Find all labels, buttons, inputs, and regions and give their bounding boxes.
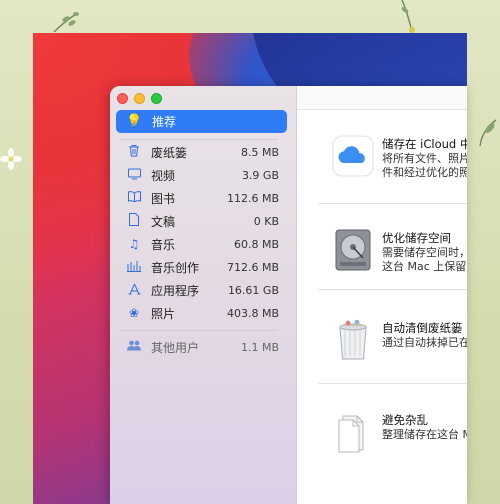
icloud-icon [332, 135, 374, 177]
sidebar-item-applications[interactable]: 应用程序 16.61 GB [116, 279, 287, 301]
sidebar-item-label: 音乐 [151, 237, 176, 252]
sidebar-item-size: 1.1 MB [240, 340, 279, 354]
sidebar-item-label: 废纸篓 [151, 145, 188, 160]
sidebar-item-size: 3.9 GB [241, 168, 279, 182]
hard-drive-icon [335, 229, 371, 271]
sidebar: 💡 推荐 废纸篓 8.5 MB 视频 3.9 GB 图书 112.6 MB 文稿… [110, 86, 297, 504]
recommendation-empty-trash: 自动清倒废纸篓 通过自动抹掉已在 [297, 294, 467, 390]
book-icon [125, 191, 143, 205]
sidebar-item-music-creation[interactable]: 音乐创作 712.6 MB [116, 256, 287, 278]
recommendation-title: 自动清倒废纸篓 [382, 321, 463, 335]
sidebar-item-photos[interactable]: ❀ 照片 403.8 MB [116, 302, 287, 324]
recommendation-desc: 将所有文件、照片 [382, 152, 467, 165]
sidebar-item-label: 推荐 [152, 115, 177, 129]
recommendation-optimize: 优化储存空间 需要储存空间时， 这台 Mac 上保留最 [297, 204, 467, 300]
recommendation-title: 储存在 iCloud 中 [382, 137, 467, 151]
recommendation-desc: 这台 Mac 上保留最 [382, 260, 467, 273]
sidebar-item-other-users[interactable]: 其他用户 1.1 MB [116, 336, 287, 358]
recommendation-reduce-clutter: 避免杂乱 整理储存在这台 M [297, 386, 467, 482]
sidebar-item-label: 图书 [151, 191, 176, 206]
users-icon [125, 340, 143, 354]
sidebar-item-label: 视频 [151, 168, 176, 183]
recommendation-desc: 通过自动抹掉已在 [382, 336, 467, 349]
storage-management-window: 💡 推荐 废纸篓 8.5 MB 视频 3.9 GB 图书 112.6 MB 文稿… [110, 86, 467, 504]
recommendation-desc: 整理储存在这台 M [382, 428, 467, 441]
sidebar-divider [120, 139, 278, 140]
leaf-icon [479, 119, 497, 147]
leaf-sprig-icon [53, 12, 79, 33]
music-note-icon: ♫ [128, 237, 140, 251]
section-divider [318, 383, 467, 384]
app-store-icon [125, 283, 143, 298]
tv-icon [125, 168, 143, 183]
sidebar-item-size: 112.6 MB [226, 191, 279, 205]
sidebar-item-documents[interactable]: 文稿 0 KB [116, 210, 287, 232]
white-flower-icon [0, 148, 22, 170]
sidebar-item-video[interactable]: 视频 3.9 GB [116, 164, 287, 186]
sidebar-item-size: 403.8 MB [226, 306, 279, 320]
sidebar-item-label: 文稿 [151, 214, 176, 229]
recommendations-pane: 储存在 iCloud 中 将所有文件、照片 件和经过优化的照 优化储存空间 需要… [297, 86, 467, 504]
document-icon [125, 213, 143, 229]
trash-full-icon [339, 319, 367, 360]
window-controls [117, 93, 162, 104]
sidebar-item-size: 0 KB [253, 214, 279, 228]
sidebar-item-label: 音乐创作 [151, 260, 200, 275]
sidebar-item-label: 照片 [151, 306, 176, 321]
sidebar-item-books[interactable]: 图书 112.6 MB [116, 187, 287, 209]
lightbulb-icon: 💡 [126, 114, 143, 129]
sidebar-item-label: 其他用户 [151, 340, 200, 355]
sidebar-item-label: 应用程序 [151, 283, 200, 298]
window-toolbar [297, 86, 467, 110]
photos-flower-icon: ❀ [128, 306, 140, 320]
recommendation-title: 避免杂乱 [382, 413, 428, 427]
close-button[interactable] [117, 93, 128, 104]
flower-sprig-icon [401, 0, 415, 33]
sidebar-item-recommended[interactable]: 💡 推荐 [116, 110, 287, 133]
sidebar-item-trash[interactable]: 废纸篓 8.5 MB [116, 141, 287, 163]
documents-icon [338, 415, 364, 453]
music-creation-icon [125, 260, 143, 275]
trash-icon [125, 144, 143, 160]
sidebar-item-size: 712.6 MB [226, 260, 279, 274]
recommendation-icloud: 储存在 iCloud 中 将所有文件、照片 件和经过优化的照 [297, 110, 467, 206]
recommendation-desc: 件和经过优化的照 [382, 166, 467, 179]
sidebar-item-size: 8.5 MB [240, 145, 279, 159]
recommendation-title: 优化储存空间 [382, 231, 451, 245]
sidebar-divider [120, 330, 278, 331]
recommendation-desc: 需要储存空间时， [382, 246, 467, 259]
section-divider [318, 289, 467, 290]
minimize-button[interactable] [134, 93, 145, 104]
sidebar-item-size: 60.8 MB [233, 237, 279, 251]
sidebar-item-music[interactable]: ♫ 音乐 60.8 MB [116, 233, 287, 255]
zoom-button[interactable] [151, 93, 162, 104]
sidebar-item-size: 16.61 GB [227, 283, 279, 297]
